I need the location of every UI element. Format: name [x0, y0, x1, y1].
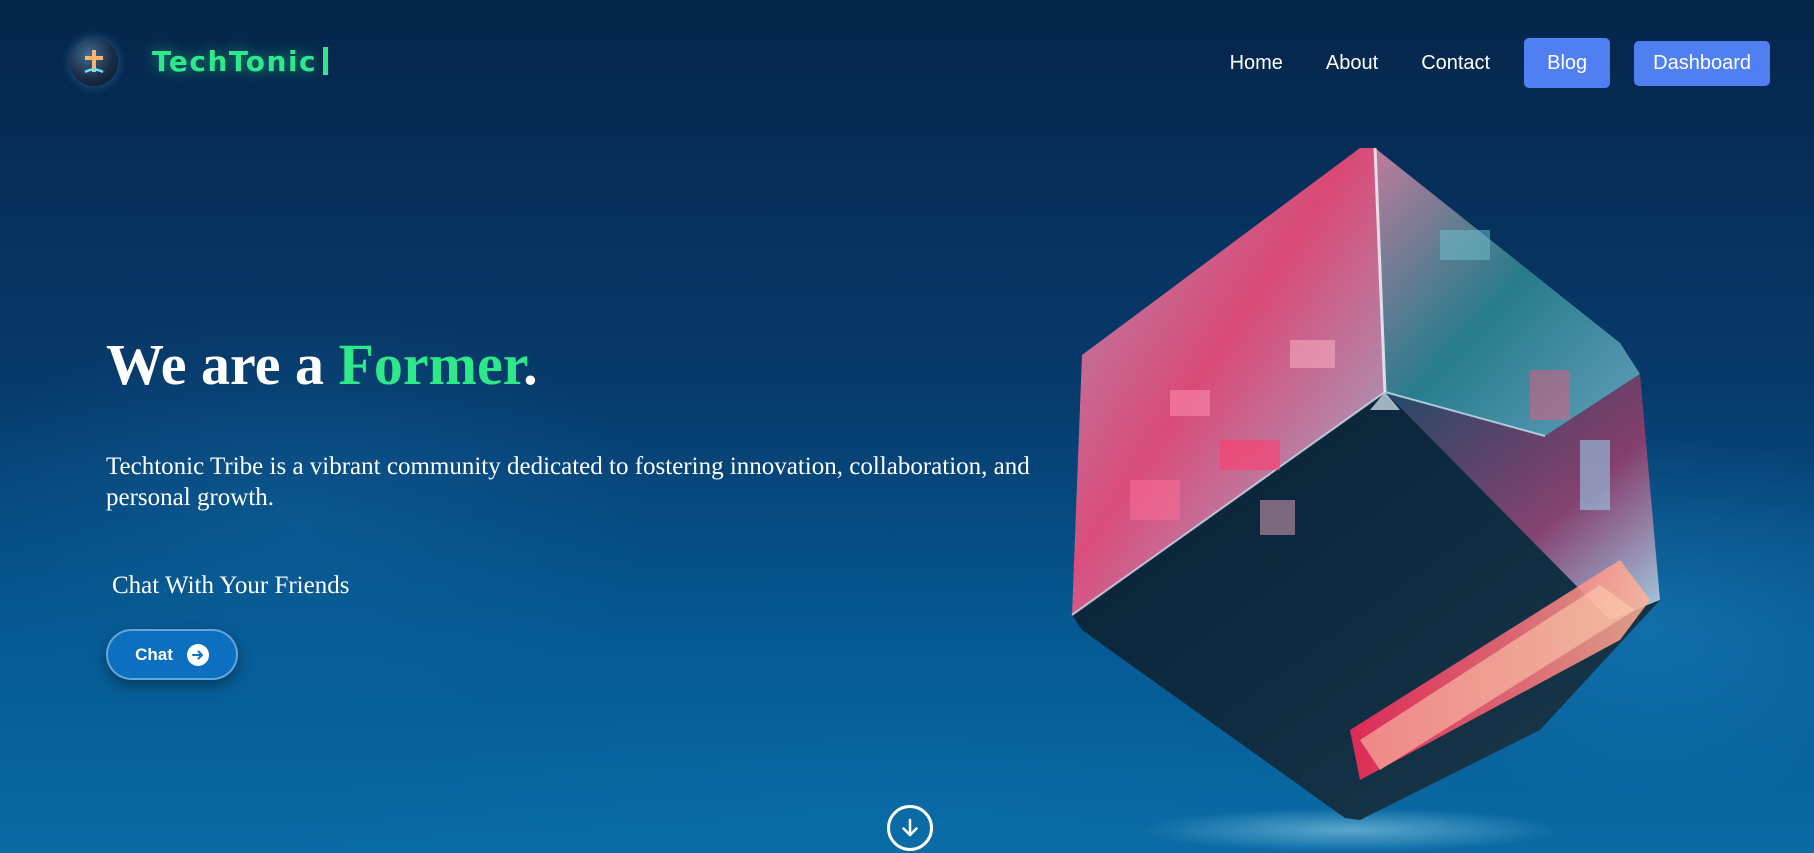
brand-title: TechTonic: [152, 44, 329, 80]
chat-label: Chat With Your Friends: [112, 572, 350, 599]
nav-home[interactable]: Home: [1230, 39, 1283, 87]
glass-cube-image: [1071, 147, 1660, 852]
chat-button-label: Chat: [135, 644, 173, 664]
nav-contact[interactable]: Contact: [1421, 39, 1490, 87]
hero-title-accent: Former: [338, 332, 524, 397]
techtonic-logo[interactable]: [70, 38, 118, 86]
typing-cursor: [323, 47, 329, 75]
hero-title: We are a Former.: [106, 330, 538, 400]
nav-about[interactable]: About: [1326, 39, 1378, 87]
chat-button[interactable]: Chat: [106, 629, 238, 680]
blog-button[interactable]: Blog: [1524, 38, 1611, 88]
arrow-down-icon: [902, 818, 918, 837]
arrow-right-icon: [186, 643, 209, 666]
hero-description: Techtonic Tribe is a vibrant community d…: [106, 453, 1030, 511]
main-nav: Home About Contact Blog Dashboard: [1187, 38, 1770, 88]
dashboard-button[interactable]: Dashboard: [1634, 40, 1770, 86]
hero-title-suffix: .: [523, 332, 538, 397]
techtonic-logo-icon: [84, 50, 104, 74]
hero-title-prefix: We are a: [106, 332, 339, 397]
brand-text: TechTonic: [152, 45, 318, 78]
scroll-down-button[interactable]: [887, 805, 933, 851]
